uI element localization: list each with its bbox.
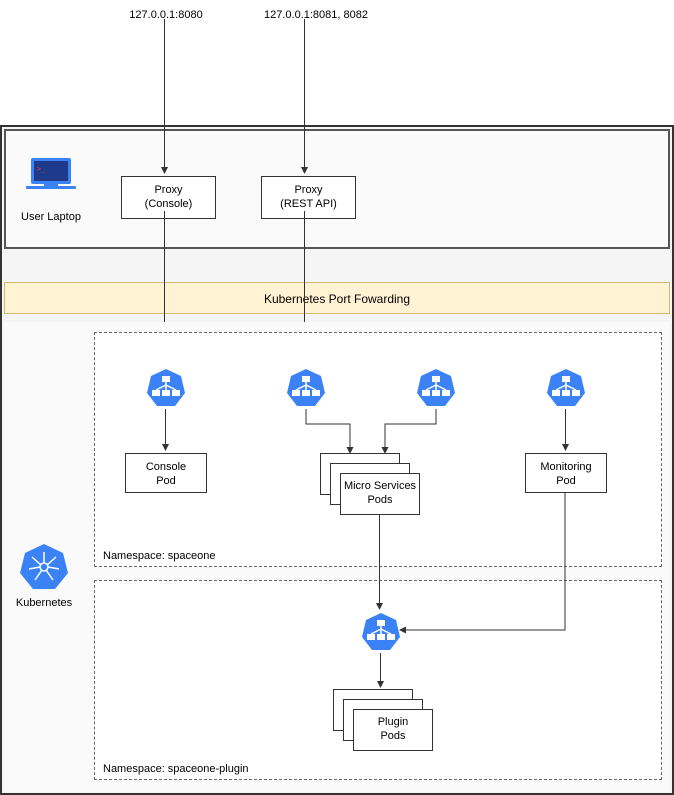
micro-line1: Micro Services bbox=[344, 480, 416, 492]
laptop-icon: >_ bbox=[26, 156, 76, 196]
arrow-monitoring-to-pluginsvc bbox=[399, 493, 569, 633]
arrow-addr2-to-proxy2 bbox=[302, 19, 307, 174]
service-icon-4 bbox=[545, 367, 587, 409]
ns1-label: Namespace: spaceone bbox=[103, 550, 216, 562]
proxy-console-box: Proxy (Console) bbox=[121, 176, 216, 219]
arrow-addr1-to-proxy1 bbox=[162, 19, 167, 174]
namespace-spaceone-plugin: Namespace: spaceone-plugin Plugin bbox=[94, 580, 662, 780]
console-line2: Pod bbox=[156, 475, 176, 487]
service-icon-2 bbox=[285, 367, 327, 409]
monitoring-line2: Pod bbox=[556, 475, 576, 487]
console-line1: Console bbox=[146, 461, 186, 473]
micro-line2: Pods bbox=[367, 494, 392, 506]
kubernetes-label: Kubernetes bbox=[14, 597, 74, 609]
arrow-svc2-to-micro bbox=[290, 409, 370, 454]
plugin-line2: Pods bbox=[380, 730, 405, 742]
proxy1-line1: Proxy bbox=[154, 184, 182, 196]
arrow-micro-to-pluginsvc bbox=[377, 515, 382, 610]
proxy2-line2: (REST API) bbox=[280, 198, 337, 210]
arrow-svc3-to-micro bbox=[373, 409, 443, 454]
proxy2-line1: Proxy bbox=[294, 184, 322, 196]
arrow-svc4-to-monitoring bbox=[563, 409, 568, 451]
user-laptop-section: >_ User Laptop 127.0.0.1:8080 127.0.0.1:… bbox=[4, 129, 670, 249]
service-icon-1 bbox=[145, 367, 187, 409]
service-icon-5 bbox=[360, 611, 402, 653]
kubernetes-icon bbox=[19, 542, 69, 592]
diagram-container: >_ User Laptop 127.0.0.1:8080 127.0.0.1:… bbox=[0, 125, 674, 795]
monitoring-line1: Monitoring bbox=[540, 461, 591, 473]
service-icon-3 bbox=[415, 367, 457, 409]
console-pod: Console Pod bbox=[125, 453, 207, 493]
arrow-svc5-to-plugin bbox=[378, 653, 383, 688]
ns2-label: Namespace: spaceone-plugin bbox=[103, 763, 249, 775]
kubernetes-section: Kubernetes Namespace: spaceone bbox=[4, 322, 670, 792]
plugin-line1: Plugin bbox=[378, 716, 409, 728]
monitoring-pod: Monitoring Pod bbox=[525, 453, 607, 493]
addr2-label: 127.0.0.1:8081, 8082 bbox=[241, 9, 391, 21]
port-forwarding-bar: Kubernetes Port Fowarding bbox=[4, 282, 670, 314]
laptop-label: User Laptop bbox=[16, 211, 86, 223]
proxy1-line2: (Console) bbox=[145, 198, 193, 210]
arrow-svc1-to-console bbox=[163, 409, 168, 451]
svg-text:>_: >_ bbox=[37, 165, 46, 173]
proxy-restapi-box: Proxy (REST API) bbox=[261, 176, 356, 219]
